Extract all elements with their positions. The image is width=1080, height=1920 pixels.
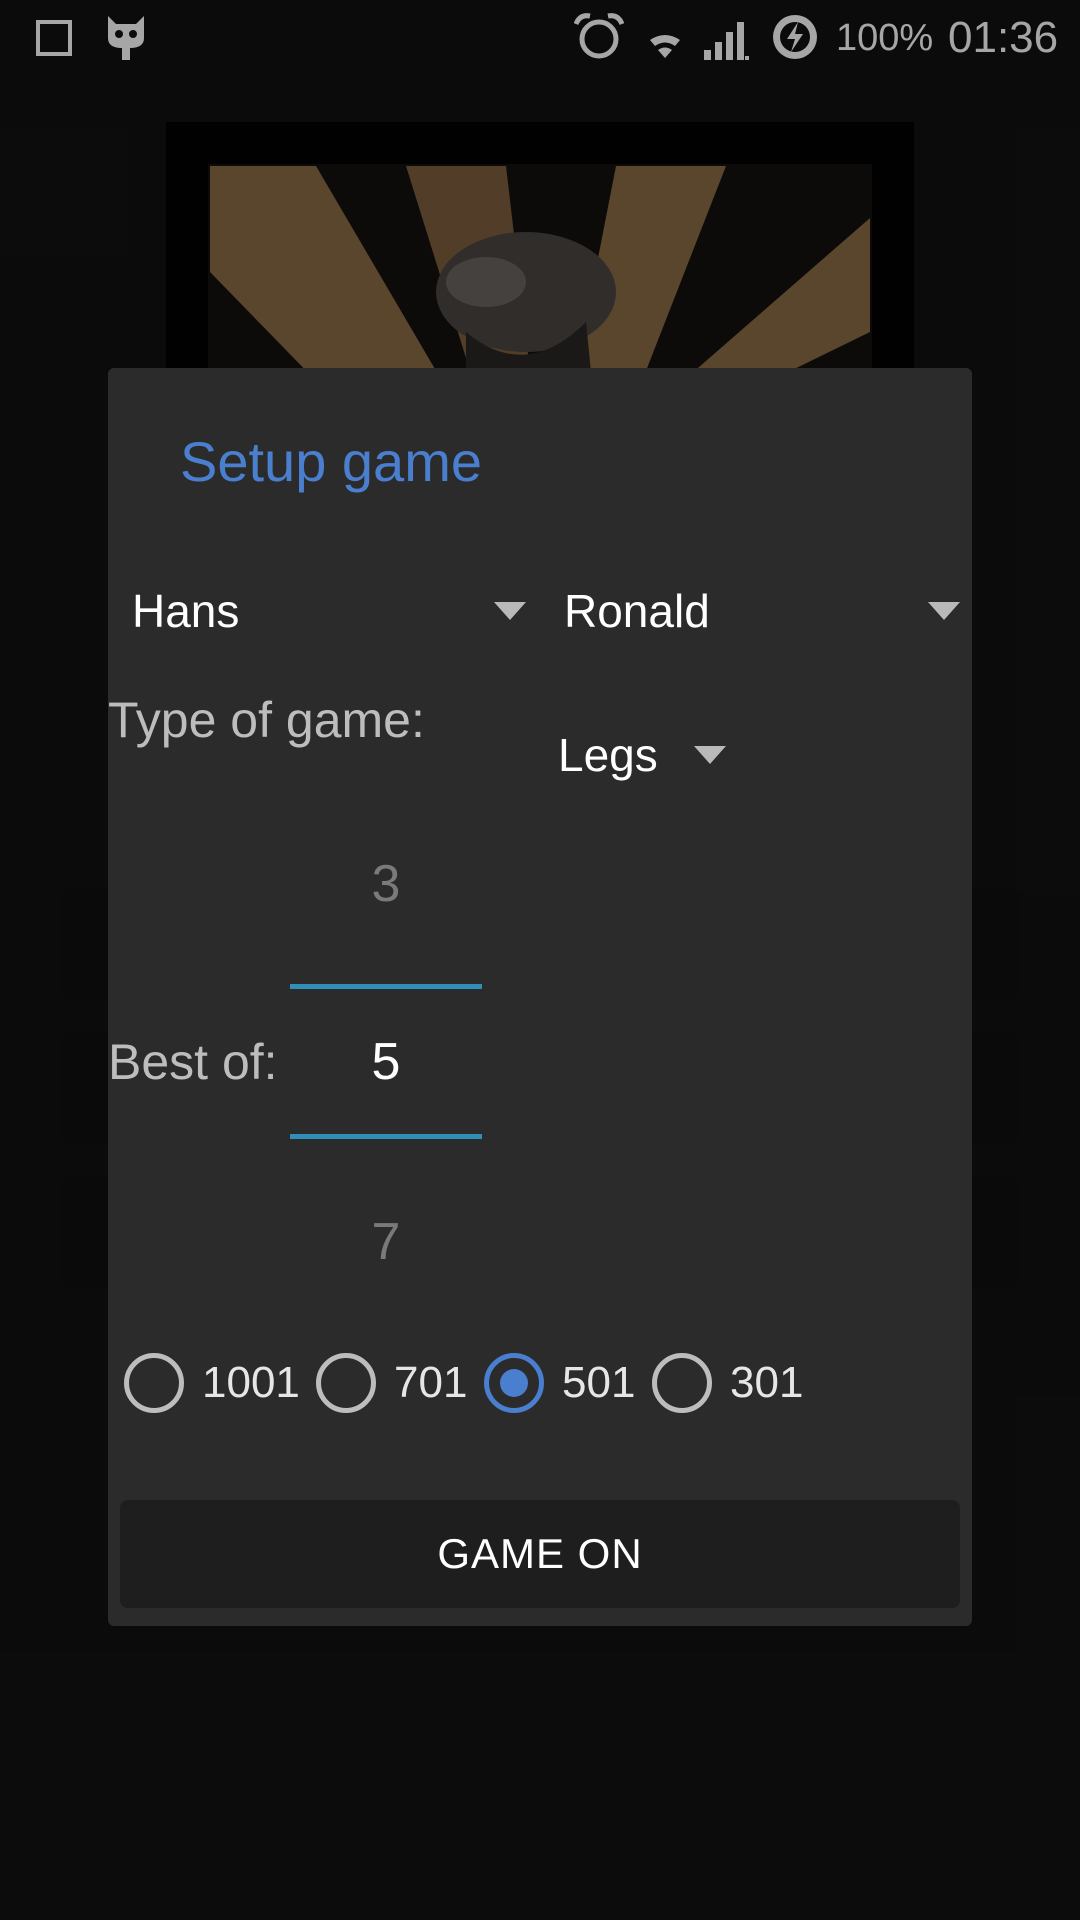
radio-1001[interactable]: 1001 bbox=[124, 1348, 300, 1418]
picker-value-below[interactable]: 7 bbox=[290, 1210, 482, 1274]
picker-value-above[interactable]: 3 bbox=[290, 852, 482, 916]
dialog-title: Setup game bbox=[180, 430, 482, 493]
player1-value: Hans bbox=[132, 585, 240, 637]
picker-divider-bottom bbox=[290, 1134, 482, 1139]
radio-701-button[interactable] bbox=[316, 1353, 376, 1413]
radio-1001-label: 1001 bbox=[202, 1358, 300, 1407]
player2-spinner[interactable]: Ronald bbox=[540, 576, 966, 646]
radio-701-label: 701 bbox=[394, 1358, 468, 1407]
best-of-label: Best of: bbox=[108, 1034, 278, 1090]
radio-1001-button[interactable] bbox=[124, 1353, 184, 1413]
game-type-spinner[interactable]: Legs bbox=[550, 720, 750, 790]
radio-501-label: 501 bbox=[562, 1358, 636, 1407]
radio-701[interactable]: 701 bbox=[316, 1348, 467, 1418]
player1-dropdown-arrow-icon bbox=[494, 602, 526, 620]
player2-value: Ronald bbox=[564, 585, 710, 637]
player2-dropdown-arrow-icon bbox=[928, 602, 960, 620]
game-type-value: Legs bbox=[558, 729, 658, 781]
player1-spinner[interactable]: Hans bbox=[108, 576, 534, 646]
picker-divider-top bbox=[290, 984, 482, 989]
picker-value-selected[interactable]: 5 bbox=[290, 1030, 482, 1094]
game-type-dropdown-arrow-icon bbox=[694, 746, 726, 764]
radio-301-label: 301 bbox=[730, 1358, 804, 1407]
start-score-radio-group: 1001 701 501 301 bbox=[124, 1348, 964, 1418]
type-of-game-label: Type of game: bbox=[108, 692, 425, 748]
radio-301[interactable]: 301 bbox=[652, 1348, 803, 1418]
setup-game-dialog: Setup game Hans Ronald Type of game: Leg… bbox=[108, 368, 972, 1626]
radio-501[interactable]: 501 bbox=[484, 1348, 635, 1418]
radio-501-button[interactable] bbox=[484, 1353, 544, 1413]
radio-301-button[interactable] bbox=[652, 1353, 712, 1413]
game-on-button[interactable]: GAME ON bbox=[120, 1500, 960, 1608]
